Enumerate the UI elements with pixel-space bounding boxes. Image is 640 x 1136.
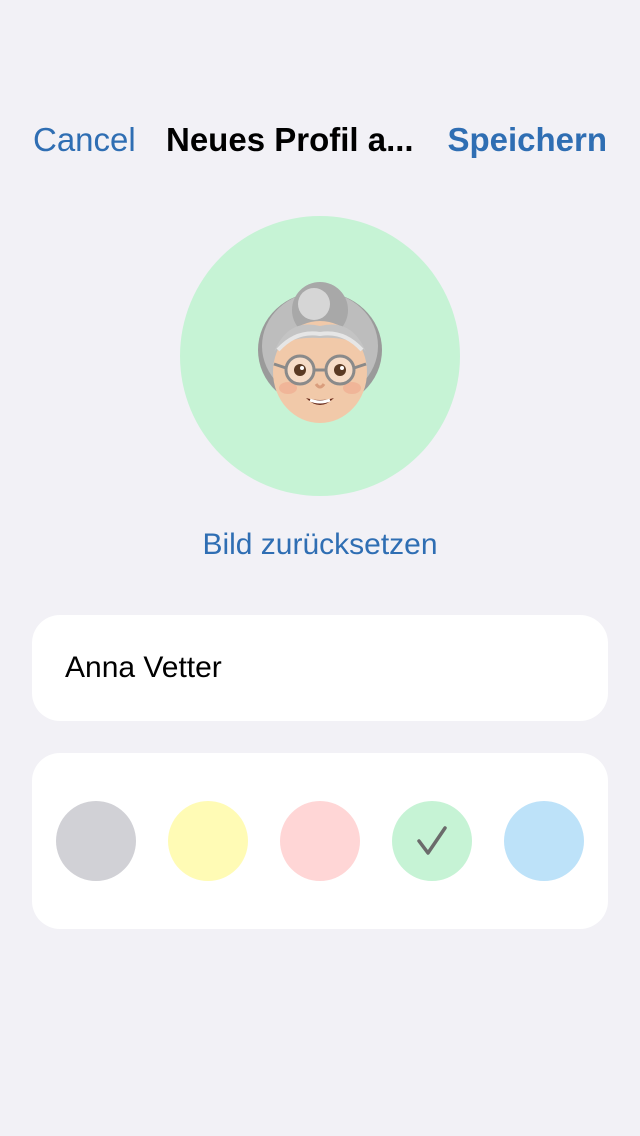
color-swatch-green[interactable] <box>392 801 472 881</box>
cancel-button[interactable]: Cancel <box>33 121 136 159</box>
color-swatch-yellow[interactable] <box>168 801 248 881</box>
color-picker <box>32 753 608 929</box>
profile-avatar[interactable] <box>180 216 460 496</box>
save-button[interactable]: Speichern <box>447 121 607 159</box>
name-card <box>32 615 608 721</box>
color-swatch-gray[interactable] <box>56 801 136 881</box>
color-swatch-pink[interactable] <box>280 801 360 881</box>
name-input[interactable] <box>65 615 575 721</box>
checkmark-icon <box>417 826 447 855</box>
reset-image-button[interactable]: Bild zurücksetzen <box>0 528 640 562</box>
page-title: Neues Profil a... <box>166 121 414 158</box>
grandmother-emoji-icon <box>258 282 382 423</box>
navigation-bar: Cancel Neues Profil a... Speichern <box>0 112 640 170</box>
color-swatch-blue[interactable] <box>504 801 584 881</box>
